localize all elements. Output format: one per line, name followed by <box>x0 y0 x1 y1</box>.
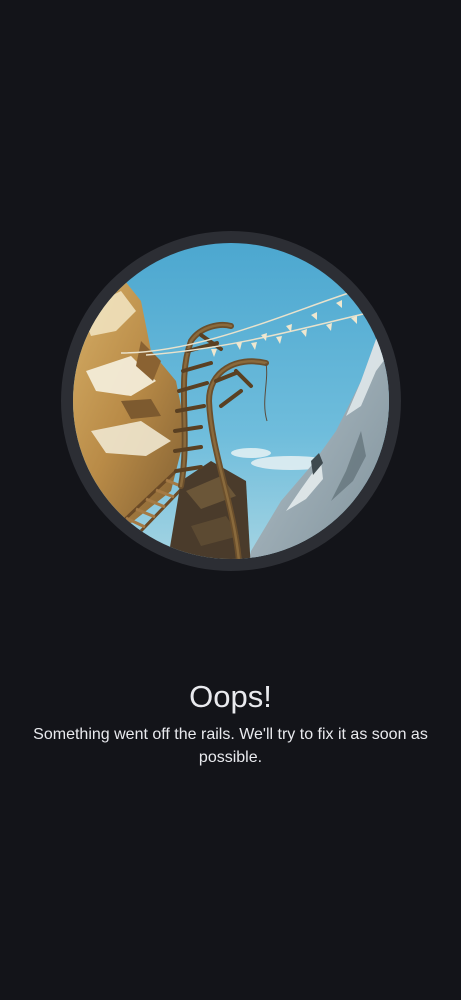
off-the-rails-illustration <box>61 231 401 571</box>
error-message: Something went off the rails. We'll try … <box>33 726 428 766</box>
error-title: Oops! <box>189 679 272 714</box>
roller-coaster-illustration <box>61 231 401 571</box>
